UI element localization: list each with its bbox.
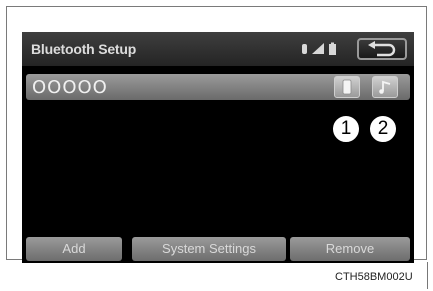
device-name: OOOOO	[32, 77, 108, 98]
audio-player-connection-button[interactable]	[372, 76, 398, 98]
phone-icon	[342, 79, 352, 95]
head-unit-screen: Bluetooth Setup OOOOO 1 2 Add System Set…	[22, 32, 414, 263]
system-settings-button[interactable]: System Settings	[132, 237, 286, 261]
remove-button[interactable]: Remove	[290, 237, 410, 261]
figure-caption: CTH58BM002U	[335, 271, 413, 283]
phone-connection-button[interactable]	[334, 76, 360, 98]
device-list-item[interactable]: OOOOO	[26, 74, 410, 100]
callout-2: 2	[369, 115, 397, 143]
caption-divider	[427, 262, 428, 289]
back-arrow-icon	[368, 41, 396, 57]
callout-1: 1	[332, 115, 360, 143]
back-button[interactable]	[357, 38, 407, 60]
add-button[interactable]: Add	[26, 237, 122, 261]
bluetooth-icon	[302, 44, 307, 54]
signal-strength-icon	[312, 43, 324, 54]
battery-icon	[329, 42, 336, 55]
header-bar: Bluetooth Setup	[22, 32, 414, 66]
page-title: Bluetooth Setup	[31, 41, 137, 57]
status-icons	[302, 42, 336, 55]
music-note-icon	[379, 80, 391, 94]
bottom-button-bar: Add System Settings Remove	[22, 234, 414, 263]
